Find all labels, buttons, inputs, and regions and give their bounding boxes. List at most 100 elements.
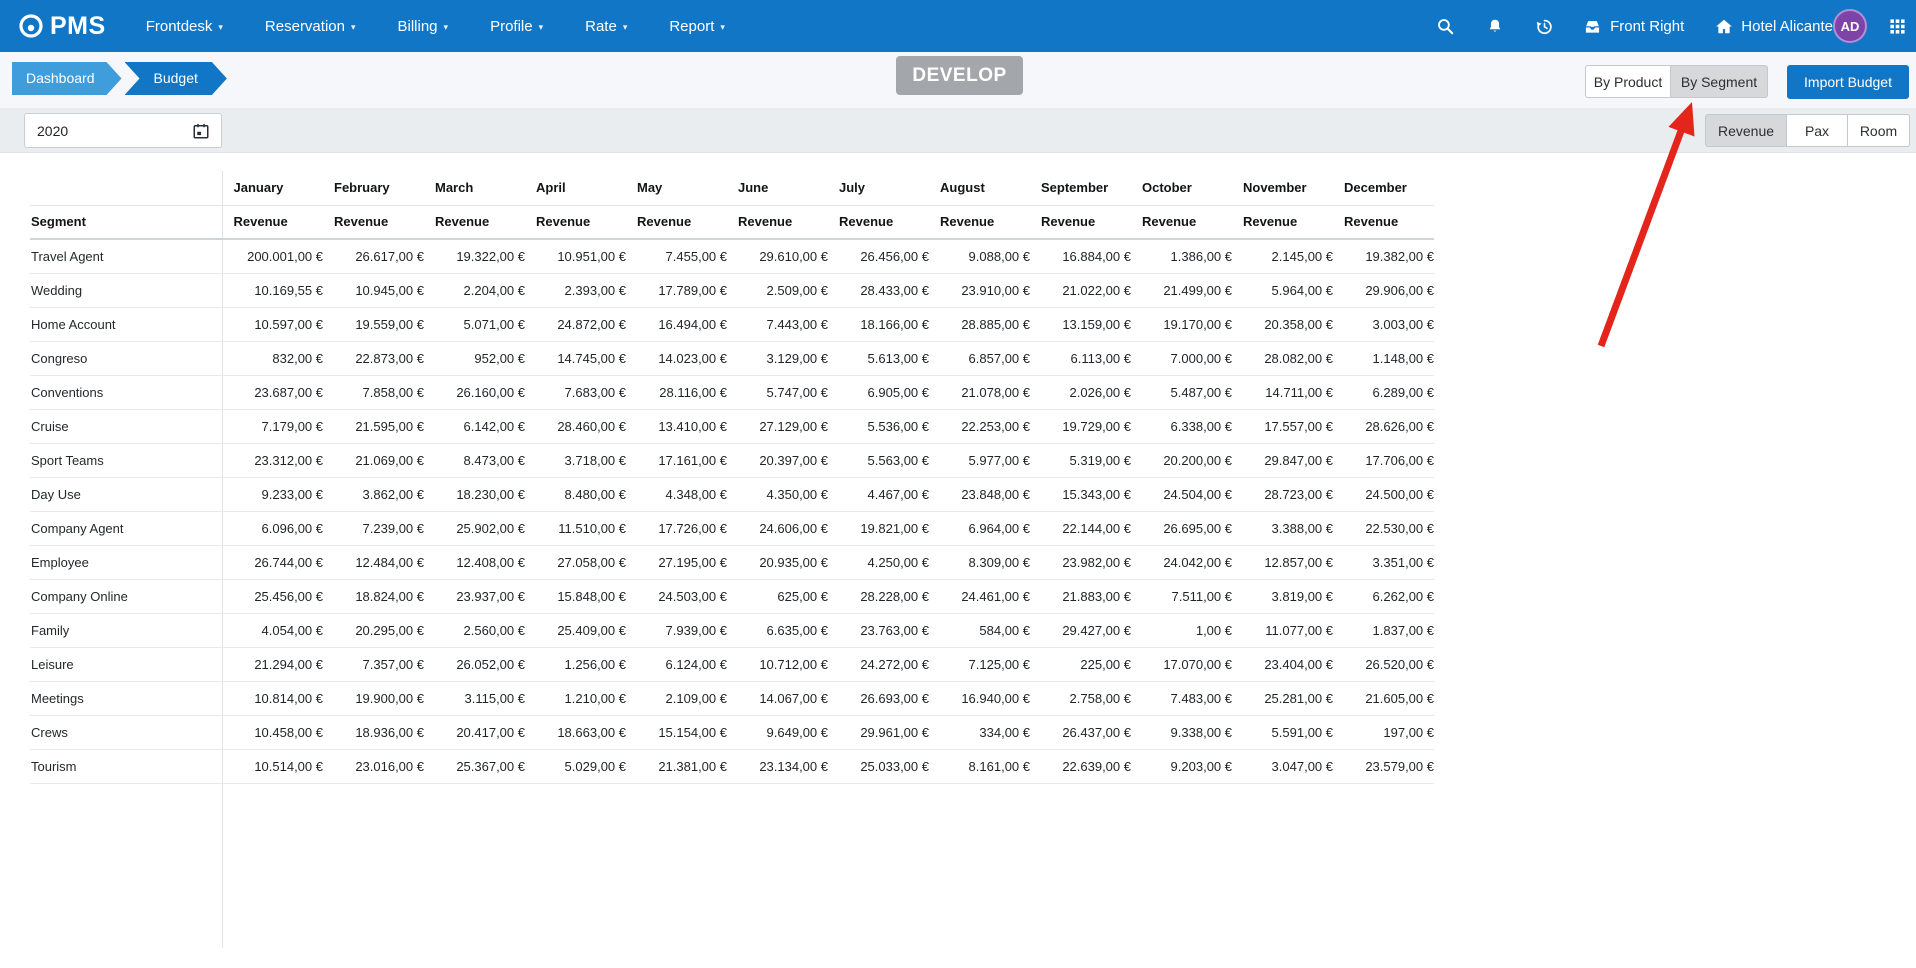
- metric-header: Revenue: [727, 205, 828, 239]
- front-office-selector[interactable]: Front Right: [1583, 18, 1684, 35]
- menu-rate[interactable]: Rate▾: [585, 18, 627, 35]
- menu-report[interactable]: Report▾: [669, 18, 725, 35]
- revenue-cell: 2.509,00 €: [727, 273, 828, 307]
- segment-cell: Leisure: [30, 647, 222, 681]
- chevron-down-icon: ▾: [351, 22, 356, 33]
- revenue-cell: 5.747,00 €: [727, 375, 828, 409]
- revenue-cell: 4.054,00 €: [222, 613, 323, 647]
- revenue-cell: 7.858,00 €: [323, 375, 424, 409]
- revenue-cell: 16.884,00 €: [1030, 239, 1131, 273]
- table-row: Day Use9.233,00 €3.862,00 €18.230,00 €8.…: [30, 477, 1434, 511]
- revenue-cell: 17.789,00 €: [626, 273, 727, 307]
- revenue-cell: 16.940,00 €: [929, 681, 1030, 715]
- revenue-cell: 9.338,00 €: [1131, 715, 1232, 749]
- revenue-cell: 5.613,00 €: [828, 341, 929, 375]
- pms-logo[interactable]: PMS: [18, 12, 106, 41]
- revenue-cell: 6.113,00 €: [1030, 341, 1131, 375]
- revenue-cell: 17.706,00 €: [1333, 443, 1434, 477]
- table-row: Crews10.458,00 €18.936,00 €20.417,00 €18…: [30, 715, 1434, 749]
- breadcrumb-budget[interactable]: Budget: [125, 62, 227, 95]
- revenue-cell: 1.148,00 €: [1333, 341, 1434, 375]
- revenue-cell: 28.885,00 €: [929, 307, 1030, 341]
- menu-frontdesk[interactable]: Frontdesk▾: [146, 18, 223, 35]
- revenue-cell: 11.077,00 €: [1232, 613, 1333, 647]
- avatar[interactable]: AD: [1833, 9, 1867, 43]
- revenue-cell: 7.455,00 €: [626, 239, 727, 273]
- revenue-cell: 23.134,00 €: [727, 749, 828, 783]
- main-menu: Frontdesk▾ Reservation▾ Billing▾ Profile…: [146, 18, 725, 35]
- by-segment-button[interactable]: By Segment: [1671, 65, 1768, 98]
- revenue-cell: 5.591,00 €: [1232, 715, 1333, 749]
- revenue-cell: 23.848,00 €: [929, 477, 1030, 511]
- menu-reservation[interactable]: Reservation▾: [265, 18, 356, 35]
- revenue-cell: 334,00 €: [929, 715, 1030, 749]
- revenue-cell: 23.910,00 €: [929, 273, 1030, 307]
- revenue-cell: 21.078,00 €: [929, 375, 1030, 409]
- revenue-cell: 28.460,00 €: [525, 409, 626, 443]
- import-budget-button[interactable]: Import Budget: [1787, 65, 1909, 99]
- segment-cell: Wedding: [30, 273, 222, 307]
- revenue-cell: 1.256,00 €: [525, 647, 626, 681]
- calendar-icon[interactable]: [192, 122, 210, 140]
- table-row: Company Agent6.096,00 €7.239,00 €25.902,…: [30, 511, 1434, 545]
- revenue-cell: 27.129,00 €: [727, 409, 828, 443]
- revenue-cell: 3.388,00 €: [1232, 511, 1333, 545]
- revenue-cell: 2.145,00 €: [1232, 239, 1333, 273]
- revenue-cell: 14.067,00 €: [727, 681, 828, 715]
- revenue-cell: 952,00 €: [424, 341, 525, 375]
- revenue-cell: 13.159,00 €: [1030, 307, 1131, 341]
- history-icon[interactable]: [1535, 17, 1554, 36]
- revenue-cell: 26.437,00 €: [1030, 715, 1131, 749]
- revenue-cell: 22.253,00 €: [929, 409, 1030, 443]
- revenue-cell: 23.579,00 €: [1333, 749, 1434, 783]
- revenue-cell: 5.029,00 €: [525, 749, 626, 783]
- revenue-cell: 7.483,00 €: [1131, 681, 1232, 715]
- revenue-cell: 23.687,00 €: [222, 375, 323, 409]
- revenue-cell: 200.001,00 €: [222, 239, 323, 273]
- metric-header: Revenue: [525, 205, 626, 239]
- segment-cell: Family: [30, 613, 222, 647]
- revenue-cell: 21.883,00 €: [1030, 579, 1131, 613]
- revenue-cell: 5.319,00 €: [1030, 443, 1131, 477]
- room-tab[interactable]: Room: [1848, 114, 1910, 147]
- revenue-cell: 21.294,00 €: [222, 647, 323, 681]
- revenue-cell: 18.663,00 €: [525, 715, 626, 749]
- search-icon[interactable]: [1436, 17, 1455, 36]
- revenue-cell: 25.367,00 €: [424, 749, 525, 783]
- notifications-bell-icon[interactable]: [1486, 17, 1504, 36]
- chevron-down-icon: ▾: [444, 22, 449, 33]
- revenue-cell: 26.456,00 €: [828, 239, 929, 273]
- year-input[interactable]: 2020: [24, 113, 222, 148]
- revenue-cell: 10.169,55 €: [222, 273, 323, 307]
- revenue-cell: 7.125,00 €: [929, 647, 1030, 681]
- revenue-cell: 28.082,00 €: [1232, 341, 1333, 375]
- month-header: October: [1131, 171, 1232, 205]
- revenue-cell: 5.536,00 €: [828, 409, 929, 443]
- segment-cell: Home Account: [30, 307, 222, 341]
- revenue-cell: 6.262,00 €: [1333, 579, 1434, 613]
- revenue-cell: 26.160,00 €: [424, 375, 525, 409]
- revenue-cell: 225,00 €: [1030, 647, 1131, 681]
- menu-profile[interactable]: Profile▾: [490, 18, 543, 35]
- revenue-cell: 22.530,00 €: [1333, 511, 1434, 545]
- revenue-cell: 27.195,00 €: [626, 545, 727, 579]
- hotel-selector[interactable]: Hotel Alicante: [1715, 18, 1833, 35]
- revenue-cell: 6.142,00 €: [424, 409, 525, 443]
- revenue-tab[interactable]: Revenue: [1705, 114, 1787, 147]
- breadcrumb-dashboard[interactable]: Dashboard: [12, 62, 122, 95]
- table-row: Sport Teams23.312,00 €21.069,00 €8.473,0…: [30, 443, 1434, 477]
- revenue-cell: 23.937,00 €: [424, 579, 525, 613]
- pax-tab[interactable]: Pax: [1787, 114, 1848, 147]
- revenue-cell: 2.758,00 €: [1030, 681, 1131, 715]
- revenue-cell: 19.559,00 €: [323, 307, 424, 341]
- revenue-cell: 26.695,00 €: [1131, 511, 1232, 545]
- breadcrumb: Dashboard Budget: [12, 62, 227, 95]
- by-product-button[interactable]: By Product: [1585, 65, 1671, 98]
- revenue-cell: 19.382,00 €: [1333, 239, 1434, 273]
- front-office-label: Front Right: [1610, 18, 1684, 35]
- revenue-cell: 10.951,00 €: [525, 239, 626, 273]
- revenue-cell: 29.610,00 €: [727, 239, 828, 273]
- apps-grid-icon[interactable]: [1889, 18, 1906, 35]
- table-row: Travel Agent200.001,00 €26.617,00 €19.32…: [30, 239, 1434, 273]
- menu-billing[interactable]: Billing▾: [398, 18, 449, 35]
